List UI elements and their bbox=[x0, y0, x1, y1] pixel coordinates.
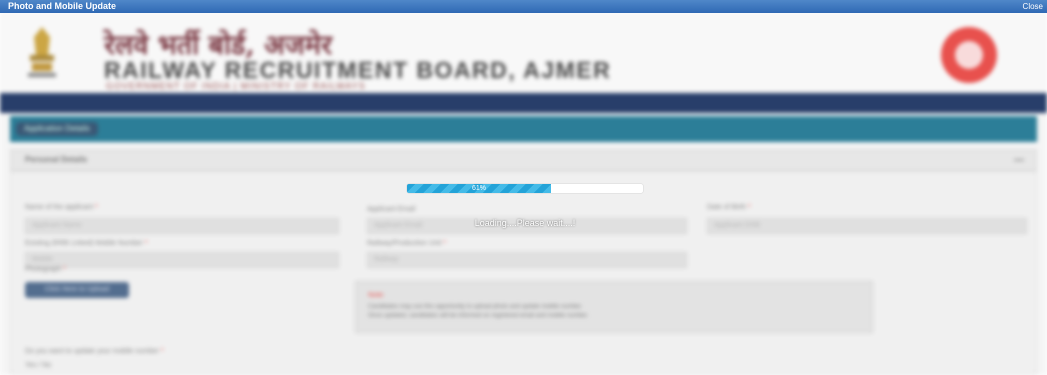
loading-overlay bbox=[0, 13, 1047, 375]
dialog-title: Photo and Mobile Update bbox=[8, 1, 116, 11]
loading-text: Loading....Please wait....! bbox=[474, 218, 576, 228]
close-button[interactable]: Close bbox=[1023, 0, 1043, 13]
progress-bar: 61% bbox=[407, 184, 643, 193]
dialog-content: रेलवे भर्ती बोर्ड, अजमेर RAILWAY RECRUIT… bbox=[0, 13, 1047, 375]
dialog-titlebar: Photo and Mobile Update Close bbox=[0, 0, 1047, 13]
progress-fill: 61% bbox=[407, 184, 551, 193]
